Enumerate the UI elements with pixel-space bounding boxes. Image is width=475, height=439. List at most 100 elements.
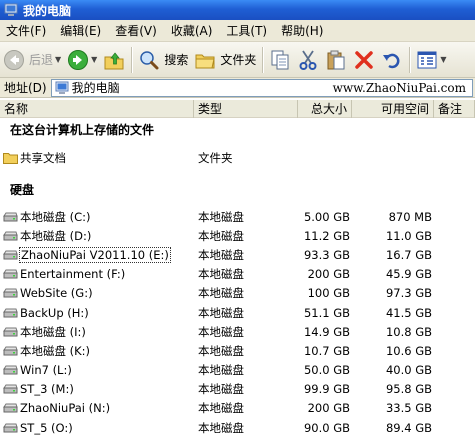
hard-disk-icon [3, 250, 18, 260]
menu-help[interactable]: 帮助(H) [275, 20, 331, 42]
address-input[interactable]: 我的电脑 www.ZhaoNiuPai.com [50, 78, 473, 97]
views-grid-icon [417, 51, 437, 68]
drive-row[interactable]: 本地磁盘 (D:) 本地磁盘 11.2 GB 11.0 GB [0, 226, 475, 245]
drive-row[interactable]: 本地磁盘 (I:) 本地磁盘 14.9 GB 10.8 GB [0, 322, 475, 341]
drive-row[interactable]: ZhaoNiuPai V2011.10 (E:) 本地磁盘 93.3 GB 16… [0, 245, 475, 264]
undo-icon [383, 53, 400, 68]
scissors-icon [299, 50, 317, 70]
column-name[interactable]: 名称 [0, 100, 194, 118]
hard-disk-icon [3, 308, 18, 318]
drive-free-space: 11.0 GB [385, 228, 432, 243]
drive-free-space: 40.0 GB [385, 363, 432, 378]
drive-type: 本地磁盘 [198, 324, 244, 339]
item-name: 共享文档 [20, 150, 66, 165]
drive-row[interactable]: 本地磁盘 (K:) 本地磁盘 10.7 GB 10.6 GB [0, 341, 475, 360]
undo-button[interactable] [378, 44, 406, 76]
drive-free-space: 10.6 GB [385, 343, 432, 358]
drive-total-size: 200 GB [307, 267, 350, 282]
file-list: 在这台计算机上存储的文件 共享文档 文件夹 硬盘 本地磁盘 (C:) 本地磁盘 … [0, 118, 475, 439]
views-button[interactable]: ▼ [413, 44, 449, 76]
drive-list: 本地磁盘 (C:) 本地磁盘 5.00 GB 870 MB 本地磁盘 (D:) … [0, 207, 475, 437]
forward-button[interactable]: ▼ [64, 44, 100, 76]
drive-name: Win7 (L:) [20, 363, 72, 378]
drive-name: 本地磁盘 (K:) [20, 343, 91, 358]
hard-disk-icon [3, 269, 18, 279]
back-button[interactable]: 后退 ▼ [0, 44, 64, 76]
drive-name: 本地磁盘 (D:) [20, 228, 92, 243]
drive-free-space: 97.3 GB [385, 286, 432, 301]
drive-row[interactable]: Entertainment (F:) 本地磁盘 200 GB 45.9 GB [0, 265, 475, 284]
cut-button[interactable] [294, 44, 322, 76]
drive-row[interactable]: 本地磁盘 (C:) 本地磁盘 5.00 GB 870 MB [0, 207, 475, 226]
search-button[interactable]: 搜索 [135, 44, 191, 76]
paste-button[interactable] [322, 44, 350, 76]
drive-type: 本地磁盘 [198, 228, 244, 243]
drive-name: ST_5 (O:) [20, 420, 73, 435]
drive-total-size: 99.9 GB [303, 382, 350, 397]
toolbar-separator [131, 46, 133, 73]
drive-name: ZhaoNiuPai (N:) [20, 401, 111, 416]
menu-view[interactable]: 查看(V) [109, 20, 165, 42]
watermark-text: www.ZhaoNiuPai.com [332, 80, 466, 95]
drive-type: 本地磁盘 [198, 420, 244, 435]
group-hard-disks: 硬盘 [10, 183, 35, 197]
copy-to-button[interactable] [266, 44, 294, 76]
menu-tools[interactable]: 工具(T) [220, 20, 275, 42]
folder-icon [3, 152, 18, 164]
group-stored-files: 在这台计算机上存储的文件 [10, 123, 155, 137]
hard-disk-icon [3, 288, 18, 298]
drive-total-size: 100 GB [307, 286, 350, 301]
hard-disk-icon [3, 403, 18, 413]
folders-button[interactable]: 文件夹 [191, 44, 259, 76]
column-note[interactable]: 备注 [434, 100, 475, 118]
drive-type: 本地磁盘 [198, 343, 244, 358]
drive-total-size: 50.0 GB [303, 363, 350, 378]
drive-type: 本地磁盘 [198, 401, 244, 416]
views-dropdown-icon[interactable]: ▼ [440, 55, 446, 64]
column-header: 名称 类型 总大小 可用空间 备注 [0, 100, 475, 118]
item-type: 文件夹 [198, 150, 233, 165]
window-title: 我的电脑 [23, 3, 72, 18]
drive-total-size: 93.3 GB [303, 247, 350, 262]
menu-edit[interactable]: 编辑(E) [54, 20, 109, 42]
drive-row[interactable]: WebSite (G:) 本地磁盘 100 GB 97.3 GB [0, 284, 475, 303]
drive-name: ZhaoNiuPai V2011.10 (E:) [19, 246, 171, 263]
column-type[interactable]: 类型 [194, 100, 298, 118]
drive-total-size: 11.2 GB [303, 228, 350, 243]
up-folder-button[interactable] [100, 44, 128, 76]
menu-favorites[interactable]: 收藏(A) [165, 20, 221, 42]
forward-dropdown-icon[interactable]: ▼ [91, 55, 97, 64]
title-bar: 我的电脑 [0, 0, 475, 20]
drive-row[interactable]: ST_5 (O:) 本地磁盘 90.0 GB 89.4 GB [0, 418, 475, 437]
drive-type: 本地磁盘 [198, 382, 244, 397]
drive-row[interactable]: ST_3 (M:) 本地磁盘 99.9 GB 95.8 GB [0, 380, 475, 399]
my-computer-icon [4, 3, 18, 16]
column-total-size[interactable]: 总大小 [298, 100, 352, 118]
hard-disk-icon [3, 327, 18, 337]
drive-total-size: 5.00 GB [303, 209, 350, 224]
drive-row[interactable]: Win7 (L:) 本地磁盘 50.0 GB 40.0 GB [0, 361, 475, 380]
hard-disk-icon [3, 365, 18, 375]
list-item-shared-docs[interactable]: 共享文档 文件夹 [0, 142, 475, 173]
drive-row[interactable]: ZhaoNiuPai (N:) 本地磁盘 200 GB 33.5 GB [0, 399, 475, 418]
drive-free-space: 33.5 GB [385, 401, 432, 416]
address-label: 地址(D) [4, 81, 47, 95]
drive-row[interactable]: BackUp (H:) 本地磁盘 51.1 GB 41.5 GB [0, 303, 475, 322]
drive-type: 本地磁盘 [198, 363, 244, 378]
search-icon [140, 50, 159, 69]
back-label: 后退 [29, 53, 54, 67]
column-free-space[interactable]: 可用空间 [352, 100, 434, 118]
folders-label: 文件夹 [220, 53, 257, 67]
drive-total-size: 51.1 GB [303, 305, 350, 320]
back-dropdown-icon[interactable]: ▼ [55, 55, 61, 64]
address-value: 我的电脑 [71, 81, 120, 95]
delete-button[interactable] [350, 44, 378, 76]
drive-name: BackUp (H:) [20, 305, 89, 320]
up-folder-icon [104, 51, 124, 69]
folders-icon [195, 54, 215, 68]
hard-disk-icon [3, 231, 18, 241]
menu-file[interactable]: 文件(F) [0, 20, 54, 42]
address-bar: 地址(D) 我的电脑 www.ZhaoNiuPai.com [0, 78, 475, 98]
drive-total-size: 10.7 GB [303, 343, 350, 358]
drive-free-space: 45.9 GB [385, 267, 432, 282]
